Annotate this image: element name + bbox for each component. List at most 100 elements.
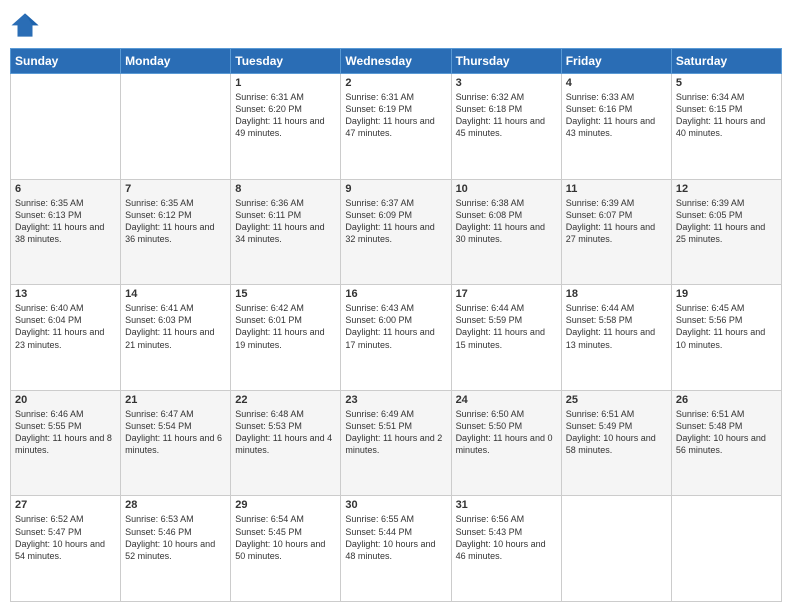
day-info: Sunrise: 6:40 AMSunset: 6:04 PMDaylight:… — [15, 302, 116, 351]
day-cell: 23 Sunrise: 6:49 AMSunset: 5:51 PMDayligh… — [341, 390, 451, 496]
day-info: Sunrise: 6:51 AMSunset: 5:49 PMDaylight:… — [566, 408, 667, 457]
day-number: 16 — [345, 288, 446, 300]
day-number: 8 — [235, 183, 336, 195]
day-cell: 2 Sunrise: 6:31 AMSunset: 6:19 PMDaylight… — [341, 74, 451, 180]
header-tuesday: Tuesday — [231, 49, 341, 74]
day-number: 28 — [125, 499, 226, 511]
day-number: 30 — [345, 499, 446, 511]
day-info: Sunrise: 6:42 AMSunset: 6:01 PMDaylight:… — [235, 302, 336, 351]
day-info: Sunrise: 6:55 AMSunset: 5:44 PMDaylight:… — [345, 513, 446, 562]
header-sunday: Sunday — [11, 49, 121, 74]
day-cell — [11, 74, 121, 180]
day-number: 6 — [15, 183, 116, 195]
logo-icon — [10, 10, 40, 40]
week-row-1: 1 Sunrise: 6:31 AMSunset: 6:20 PMDaylight… — [11, 74, 782, 180]
day-number: 1 — [235, 77, 336, 89]
header-wednesday: Wednesday — [341, 49, 451, 74]
day-cell: 7 Sunrise: 6:35 AMSunset: 6:12 PMDaylight… — [121, 179, 231, 285]
day-cell: 28 Sunrise: 6:53 AMSunset: 5:46 PMDayligh… — [121, 496, 231, 602]
day-cell: 19 Sunrise: 6:45 AMSunset: 5:56 PMDayligh… — [671, 285, 781, 391]
week-row-3: 13 Sunrise: 6:40 AMSunset: 6:04 PMDayligh… — [11, 285, 782, 391]
day-number: 26 — [676, 394, 777, 406]
day-number: 17 — [456, 288, 557, 300]
day-info: Sunrise: 6:38 AMSunset: 6:08 PMDaylight:… — [456, 197, 557, 246]
day-cell: 14Sunrise: 6:41 AMSunset: 6:03 PMDayligh… — [121, 285, 231, 391]
day-cell — [561, 496, 671, 602]
day-cell: 31 Sunrise: 6:56 AMSunset: 5:43 PMDayligh… — [451, 496, 561, 602]
day-cell: 5 Sunrise: 6:34 AMSunset: 6:15 PMDaylight… — [671, 74, 781, 180]
day-number: 15 — [235, 288, 336, 300]
day-number: 19 — [676, 288, 777, 300]
day-number: 5 — [676, 77, 777, 89]
day-number: 25 — [566, 394, 667, 406]
day-info: Sunrise: 6:35 AMSunset: 6:12 PMDaylight:… — [125, 197, 226, 246]
day-number: 2 — [345, 77, 446, 89]
day-number: 4 — [566, 77, 667, 89]
day-info: Sunrise: 6:31 AMSunset: 6:20 PMDaylight:… — [235, 91, 336, 140]
day-number: 13 — [15, 288, 116, 300]
day-number: 3 — [456, 77, 557, 89]
day-info: Sunrise: 6:46 AMSunset: 5:55 PMDaylight:… — [15, 408, 116, 457]
day-number: 31 — [456, 499, 557, 511]
day-cell: 8Sunrise: 6:36 AMSunset: 6:11 PMDaylight… — [231, 179, 341, 285]
day-info: Sunrise: 6:39 AMSunset: 6:07 PMDaylight:… — [566, 197, 667, 246]
header-monday: Monday — [121, 49, 231, 74]
day-number: 22 — [235, 394, 336, 406]
day-info: Sunrise: 6:56 AMSunset: 5:43 PMDaylight:… — [456, 513, 557, 562]
header-thursday: Thursday — [451, 49, 561, 74]
week-row-5: 27 Sunrise: 6:52 AMSunset: 5:47 PMDayligh… — [11, 496, 782, 602]
day-cell: 1 Sunrise: 6:31 AMSunset: 6:20 PMDaylight… — [231, 74, 341, 180]
day-number: 10 — [456, 183, 557, 195]
day-info: Sunrise: 6:48 AMSunset: 5:53 PMDaylight:… — [235, 408, 336, 457]
day-cell: 27 Sunrise: 6:52 AMSunset: 5:47 PMDayligh… — [11, 496, 121, 602]
day-number: 12 — [676, 183, 777, 195]
day-cell: 22 Sunrise: 6:48 AMSunset: 5:53 PMDayligh… — [231, 390, 341, 496]
day-cell: 3Sunrise: 6:32 AMSunset: 6:18 PMDaylight… — [451, 74, 561, 180]
day-cell: 25 Sunrise: 6:51 AMSunset: 5:49 PMDayligh… — [561, 390, 671, 496]
day-cell — [121, 74, 231, 180]
day-info: Sunrise: 6:51 AMSunset: 5:48 PMDaylight:… — [676, 408, 777, 457]
day-number: 27 — [15, 499, 116, 511]
day-number: 11 — [566, 183, 667, 195]
day-number: 9 — [345, 183, 446, 195]
day-number: 21 — [125, 394, 226, 406]
day-cell: 18 Sunrise: 6:44 AMSunset: 5:58 PMDayligh… — [561, 285, 671, 391]
calendar-header-row: SundayMondayTuesdayWednesdayThursdayFrid… — [11, 49, 782, 74]
header-saturday: Saturday — [671, 49, 781, 74]
day-cell — [671, 496, 781, 602]
day-cell: 11 Sunrise: 6:39 AMSunset: 6:07 PMDayligh… — [561, 179, 671, 285]
day-info: Sunrise: 6:33 AMSunset: 6:16 PMDaylight:… — [566, 91, 667, 140]
logo — [10, 10, 44, 40]
day-number: 23 — [345, 394, 446, 406]
day-number: 14 — [125, 288, 226, 300]
day-info: Sunrise: 6:50 AMSunset: 5:50 PMDaylight:… — [456, 408, 557, 457]
day-number: 29 — [235, 499, 336, 511]
day-cell: 12Sunrise: 6:39 AMSunset: 6:05 PMDayligh… — [671, 179, 781, 285]
day-cell: 24 Sunrise: 6:50 AMSunset: 5:50 PMDayligh… — [451, 390, 561, 496]
day-cell: 6Sunrise: 6:35 AMSunset: 6:13 PMDaylight… — [11, 179, 121, 285]
day-info: Sunrise: 6:34 AMSunset: 6:15 PMDaylight:… — [676, 91, 777, 140]
day-info: Sunrise: 6:45 AMSunset: 5:56 PMDaylight:… — [676, 302, 777, 351]
day-info: Sunrise: 6:37 AMSunset: 6:09 PMDaylight:… — [345, 197, 446, 246]
day-number: 20 — [15, 394, 116, 406]
day-info: Sunrise: 6:43 AMSunset: 6:00 PMDaylight:… — [345, 302, 446, 351]
day-cell: 10 Sunrise: 6:38 AMSunset: 6:08 PMDayligh… — [451, 179, 561, 285]
day-info: Sunrise: 6:44 AMSunset: 5:58 PMDaylight:… — [566, 302, 667, 351]
day-cell: 26 Sunrise: 6:51 AMSunset: 5:48 PMDayligh… — [671, 390, 781, 496]
day-cell: 29Sunrise: 6:54 AMSunset: 5:45 PMDayligh… — [231, 496, 341, 602]
day-info: Sunrise: 6:44 AMSunset: 5:59 PMDaylight:… — [456, 302, 557, 351]
day-info: Sunrise: 6:53 AMSunset: 5:46 PMDaylight:… — [125, 513, 226, 562]
day-cell: 30 Sunrise: 6:55 AMSunset: 5:44 PMDayligh… — [341, 496, 451, 602]
day-info: Sunrise: 6:52 AMSunset: 5:47 PMDaylight:… — [15, 513, 116, 562]
day-cell: 20 Sunrise: 6:46 AMSunset: 5:55 PMDayligh… — [11, 390, 121, 496]
day-number: 18 — [566, 288, 667, 300]
day-number: 7 — [125, 183, 226, 195]
calendar-table: SundayMondayTuesdayWednesdayThursdayFrid… — [10, 48, 782, 602]
day-info: Sunrise: 6:49 AMSunset: 5:51 PMDaylight:… — [345, 408, 446, 457]
day-cell: 15 Sunrise: 6:42 AMSunset: 6:01 PMDayligh… — [231, 285, 341, 391]
day-cell: 4 Sunrise: 6:33 AMSunset: 6:16 PMDaylight… — [561, 74, 671, 180]
day-info: Sunrise: 6:31 AMSunset: 6:19 PMDaylight:… — [345, 91, 446, 140]
day-info: Sunrise: 6:47 AMSunset: 5:54 PMDaylight:… — [125, 408, 226, 457]
day-cell: 21 Sunrise: 6:47 AMSunset: 5:54 PMDayligh… — [121, 390, 231, 496]
day-number: 24 — [456, 394, 557, 406]
